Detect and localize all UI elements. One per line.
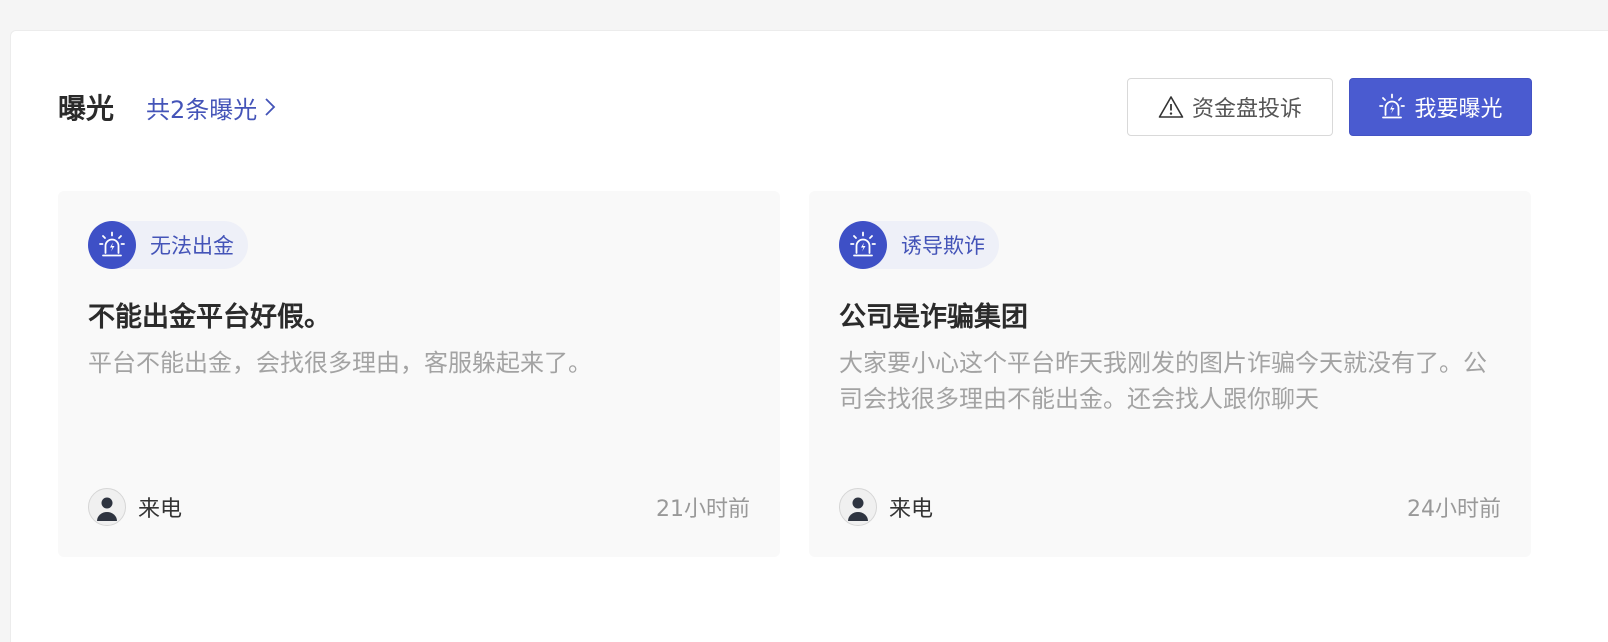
category-tag-label: 诱导欺诈 (901, 234, 985, 258)
section-title: 曝光 (58, 92, 115, 125)
author-name: 来电 (889, 497, 934, 522)
alarm-light-icon (839, 221, 887, 269)
category-tag: 无法出金 (88, 221, 248, 269)
card-footer: 来电 24小时前 (839, 487, 1501, 527)
chevron-right-icon (265, 98, 276, 116)
alarm-light-icon (1379, 93, 1406, 119)
card-title: 不能出金平台好假。 (88, 302, 331, 333)
complaint-button[interactable]: 资金盘投诉 (1127, 78, 1333, 136)
header-actions: 资金盘投诉 我要曝光 (1127, 78, 1532, 136)
warning-triangle-icon (1158, 96, 1184, 118)
card-description: 大家要小心这个平台昨天我刚发的图片诈骗今天就没有了。公司会找很多理由不能出金。还… (839, 349, 1487, 413)
alarm-light-icon (88, 221, 136, 269)
complaint-button-label: 资金盘投诉 (1191, 97, 1302, 122)
author-name: 来电 (138, 497, 183, 522)
exposure-header: 曝光 共2条曝光 资金盘投诉 我要曝光 (58, 78, 1532, 136)
card-title: 公司是诈骗集团 (839, 302, 1028, 333)
post-time: 21小时前 (656, 497, 750, 522)
card-description: 平台不能出金，会找很多理由，客服躲起来了。 (88, 349, 592, 377)
user-avatar-icon (839, 488, 877, 526)
expose-button-label: 我要曝光 (1414, 97, 1503, 122)
category-tag: 诱导欺诈 (839, 221, 999, 269)
card-footer: 来电 21小时前 (88, 487, 750, 527)
exposure-card[interactable]: 无法出金 不能出金平台好假。 平台不能出金，会找很多理由，客服躲起来了。 来电 … (58, 191, 780, 557)
post-time: 24小时前 (1407, 497, 1501, 522)
user-avatar-icon (88, 488, 126, 526)
exposure-card[interactable]: 诱导欺诈 公司是诈骗集团 大家要小心这个平台昨天我刚发的图片诈骗今天就没有了。公… (809, 191, 1531, 557)
total-exposures-link[interactable]: 共2条曝光 (146, 90, 277, 125)
expose-button[interactable]: 我要曝光 (1349, 78, 1532, 136)
total-exposures-label: 共2条曝光 (146, 95, 258, 124)
category-tag-label: 无法出金 (150, 234, 234, 258)
